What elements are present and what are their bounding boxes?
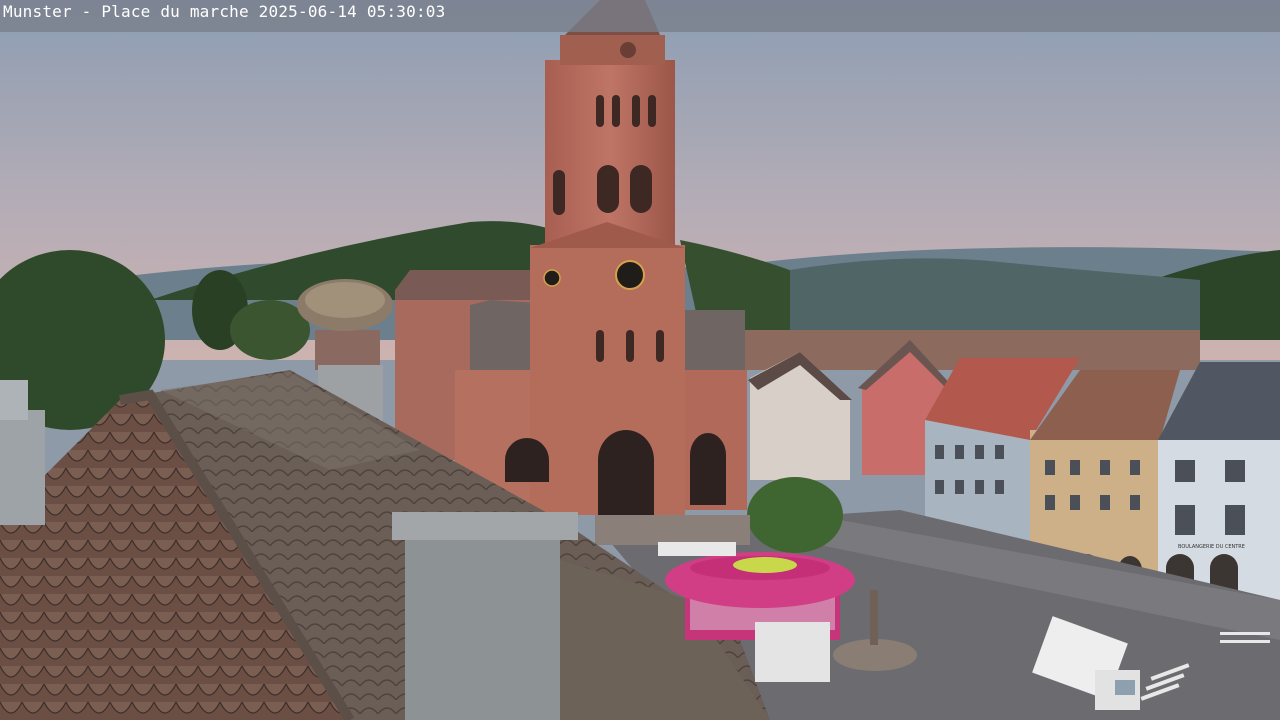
timestamp-caption: Munster - Place du marche 2025-06-14 05:… <box>3 2 446 21</box>
clock-face <box>615 260 645 290</box>
stork-chimney <box>315 330 380 370</box>
kiosk <box>755 622 830 682</box>
square-tree <box>747 477 843 553</box>
shop-sign: BOULANGERIE DU CENTRE <box>1178 544 1245 550</box>
webcam-frame: BOULANGERIE DU CENTRE Munster - Place du… <box>0 0 1280 720</box>
webcam-image: BOULANGERIE DU CENTRE <box>0 0 1280 720</box>
chimney <box>405 530 560 720</box>
